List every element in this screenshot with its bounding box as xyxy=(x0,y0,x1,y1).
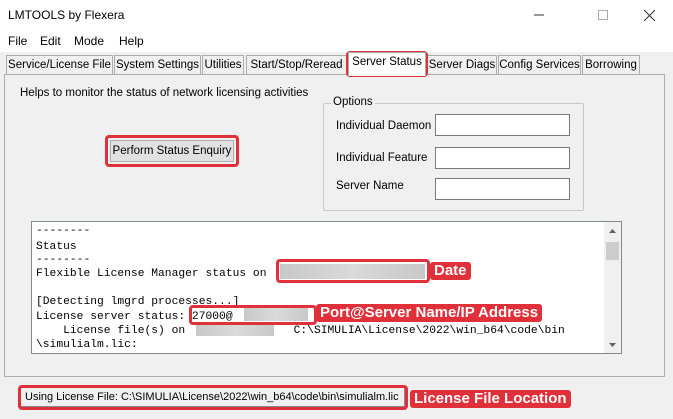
tab-service-license-file[interactable]: Service/License File xyxy=(6,55,113,75)
annotation-date: Date xyxy=(430,262,471,280)
close-button[interactable] xyxy=(627,4,671,26)
menu-help[interactable]: Help xyxy=(119,34,144,48)
help-text: Helps to monitor the status of network l… xyxy=(20,87,309,99)
maximize-button[interactable] xyxy=(581,4,625,26)
output-line: [Detecting lmgrd processes...] xyxy=(36,296,240,308)
output-line: -------- xyxy=(36,254,91,266)
maximize-icon xyxy=(598,10,608,20)
individual-feature-input[interactable] xyxy=(435,147,570,169)
server-name-input[interactable] xyxy=(435,178,570,200)
options-legend: Options xyxy=(331,96,375,108)
tab-utilities[interactable]: Utilities xyxy=(202,55,244,75)
menu-bar: File Edit Mode Help xyxy=(0,31,673,52)
tab-system-settings[interactable]: System Settings xyxy=(114,55,201,75)
redacted-hostname xyxy=(196,324,274,336)
tab-server-diags[interactable]: Server Diags xyxy=(427,55,497,75)
close-icon xyxy=(643,9,655,21)
menu-file[interactable]: File xyxy=(8,34,27,48)
scrollbar-thumb[interactable] xyxy=(606,242,619,260)
tab-borrowing[interactable]: Borrowing xyxy=(582,55,640,75)
output-line: \simulialm.lic: xyxy=(36,339,138,351)
window-title: LMTOOLS by Flexera xyxy=(8,8,125,22)
output-line: Status xyxy=(36,241,77,253)
redacted-server xyxy=(244,308,308,321)
annotation-port-server: Port@Server Name/IP Address xyxy=(316,304,543,322)
perform-status-enquiry-button[interactable]: Perform Status Enquiry xyxy=(110,140,234,162)
license-file-status-bar: Using License File: C:\SIMULIA\License\2… xyxy=(20,387,405,407)
output-line: -------- xyxy=(36,225,91,237)
individual-daemon-input[interactable] xyxy=(435,114,570,136)
status-output-textarea[interactable]: -------- Status -------- Flexible Licens… xyxy=(31,221,622,354)
menu-mode[interactable]: Mode xyxy=(74,34,104,48)
title-bar: LMTOOLS by Flexera xyxy=(0,0,673,31)
tab-strip: Service/License File System Settings Uti… xyxy=(0,52,673,76)
tab-server-status[interactable]: Server Status xyxy=(348,52,426,76)
server-name-label: Server Name xyxy=(336,180,404,192)
redacted-date xyxy=(280,264,425,279)
individual-daemon-label: Individual Daemon xyxy=(336,120,432,132)
minimize-button[interactable] xyxy=(517,4,561,26)
tab-start-stop-reread[interactable]: Start/Stop/Reread xyxy=(246,55,347,75)
output-line: Flexible License Manager status on xyxy=(36,268,267,280)
output-line: License server status: 27000@ xyxy=(36,311,233,323)
scroll-down-arrow-icon[interactable] xyxy=(604,336,621,353)
vertical-scrollbar[interactable] xyxy=(604,222,621,353)
menu-edit[interactable]: Edit xyxy=(40,34,61,48)
individual-feature-label: Individual Feature xyxy=(336,152,428,164)
minimize-icon xyxy=(534,14,544,16)
scroll-up-arrow-icon[interactable] xyxy=(604,222,621,239)
output-line: License file(s) on C:\SIMULIA\License\20… xyxy=(36,325,565,337)
annotation-license-location: License File Location xyxy=(410,390,571,408)
tab-config-services[interactable]: Config Services xyxy=(498,55,581,75)
